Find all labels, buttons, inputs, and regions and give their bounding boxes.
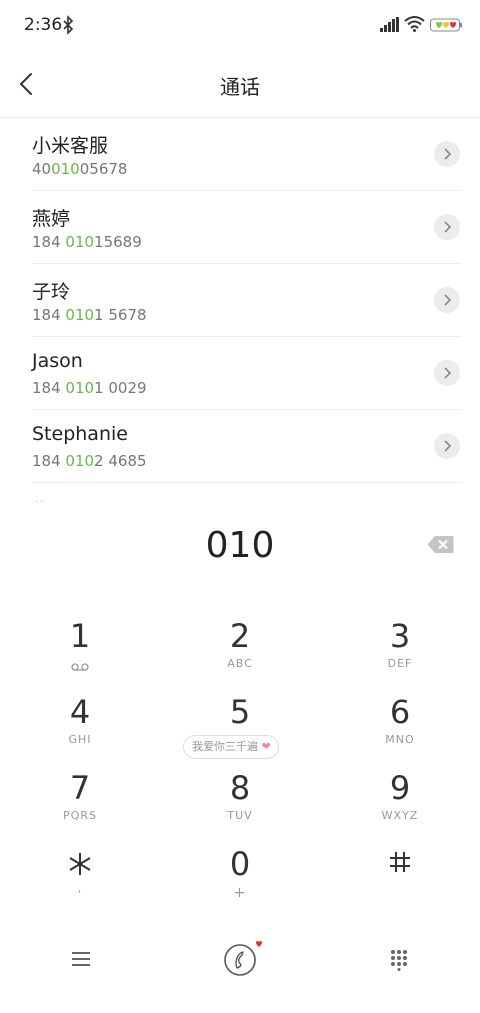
- key-1[interactable]: 1: [0, 610, 160, 686]
- key-3[interactable]: 3 DEF: [320, 610, 480, 686]
- dialed-digits: 010: [205, 525, 275, 566]
- battery-icon: [430, 18, 462, 32]
- contact-number: 184 01015689: [32, 233, 142, 251]
- key-4[interactable]: 4 GHI: [0, 686, 160, 762]
- key-8[interactable]: 8 TUV: [160, 762, 320, 838]
- key-9[interactable]: 9 WXYZ: [320, 762, 480, 838]
- menu-icon[interactable]: [70, 950, 92, 968]
- contact-number: 4001005678: [32, 160, 128, 178]
- contact-row[interactable]: 子玲 184 0101 5678: [32, 264, 462, 337]
- notification-heart-icon: [256, 941, 262, 947]
- detail-button[interactable]: [434, 214, 460, 240]
- voicemail-icon: [0, 657, 160, 671]
- contact-list: 小米客服 4001005678 燕婷 184 01015689 子玲 184 0…: [0, 118, 480, 483]
- key-7[interactable]: 7 PQRS: [0, 762, 160, 838]
- dialpad-icon[interactable]: [389, 949, 409, 971]
- contact-name: Stephanie: [32, 423, 128, 445]
- bluetooth-icon: [63, 15, 74, 35]
- love-sticker: 我爱你三千遍 ❤: [183, 735, 279, 759]
- heart-icon: ❤: [261, 740, 271, 753]
- number-match: 010: [65, 233, 95, 251]
- detail-button[interactable]: [434, 141, 460, 167]
- contact-number: 184 0102 4685: [32, 452, 147, 470]
- signal-icon: [380, 17, 399, 32]
- chevron-right-icon: [444, 367, 452, 379]
- number-match: 010: [51, 160, 80, 178]
- status-bar: 2:36: [0, 0, 480, 52]
- bottom-bar: [0, 930, 480, 990]
- contact-row[interactable]: Stephanie 184 0102 4685: [32, 410, 462, 483]
- header: 通话: [0, 52, 480, 118]
- contact-row[interactable]: 小米客服 4001005678: [32, 118, 462, 191]
- status-time: 2:36: [24, 15, 63, 35]
- detail-button[interactable]: [434, 287, 460, 313]
- contact-name: 燕婷: [32, 208, 71, 230]
- call-button[interactable]: [222, 942, 258, 978]
- detail-button[interactable]: [434, 360, 460, 386]
- contact-row[interactable]: Jason 184 0101 0029: [32, 337, 462, 410]
- chevron-right-icon: [444, 440, 452, 452]
- detail-button[interactable]: [434, 433, 460, 459]
- page-title: 通话: [220, 75, 260, 99]
- contact-name: 小米客服: [32, 135, 109, 157]
- chevron-right-icon: [444, 221, 452, 233]
- number-match: 010: [65, 379, 95, 397]
- contact-number: 184 0101 5678: [32, 306, 147, 324]
- key-6[interactable]: 6 MNO: [320, 686, 480, 762]
- key-2[interactable]: 2 ABC: [160, 610, 320, 686]
- contact-name: 子玲: [32, 281, 71, 303]
- more-indicator: ··: [35, 497, 46, 508]
- contact-row[interactable]: 燕婷 184 01015689: [32, 191, 462, 264]
- number-match: 010: [65, 452, 95, 470]
- key-star[interactable]: * ,: [0, 838, 160, 914]
- wifi-icon: [404, 16, 425, 32]
- contact-name: Jason: [32, 350, 83, 372]
- asterisk-icon: [69, 853, 91, 875]
- chevron-right-icon: [444, 148, 452, 160]
- contact-number: 184 0101 0029: [32, 379, 147, 397]
- key-0[interactable]: 0 +: [160, 838, 320, 914]
- number-match: 010: [65, 306, 95, 324]
- key-hash[interactable]: #: [320, 838, 480, 914]
- hash-icon: [390, 852, 410, 872]
- chevron-right-icon: [444, 294, 452, 306]
- backspace-icon[interactable]: [427, 535, 454, 554]
